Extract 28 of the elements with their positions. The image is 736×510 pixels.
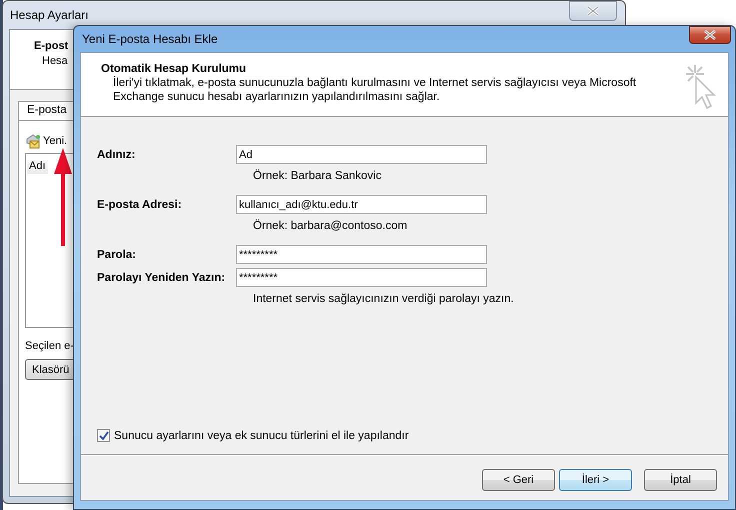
checkbox-label: Sunucu ayarlarını veya ek sunucu türlerini el ile yapılandır: [114, 430, 409, 442]
field-label: Parolayı Yeniden Yazın:: [97, 272, 226, 284]
dialog-button[interactable]: İptal: [644, 469, 717, 491]
hint-text: Internet servis sağlayıcınızın verdiği parolayı yazın.: [252, 293, 515, 305]
field-label: E-posta Adresi:: [97, 198, 183, 210]
section-heading: Otomatik Hesap Kurulumu: [101, 63, 248, 75]
hint-text: Örnek: Barbara Sankovic: [252, 170, 382, 182]
dialog-button[interactable]: < Geri: [482, 469, 555, 491]
dialog-button[interactable]: İleri >: [559, 469, 632, 491]
field-label: Parola:: [97, 248, 137, 260]
tab[interactable]: E-posta: [18, 101, 76, 120]
hint-text: Örnek: barbara@contoso.com: [252, 220, 408, 232]
selected-label: Seçilen e-: [25, 340, 75, 352]
close-icon: [586, 6, 600, 16]
input-field[interactable]: kullanıcı_adı@ktu.edu.tr: [236, 195, 487, 214]
column-header[interactable]: Adı: [27, 158, 48, 174]
input-field[interactable]: Ad: [236, 145, 487, 164]
field-label: Adınız:: [97, 148, 136, 160]
checkbox[interactable]: [97, 429, 110, 442]
dialog-title: Yeni E-posta Hesabı Ekle: [82, 32, 218, 46]
close-button[interactable]: [689, 26, 731, 44]
header-subtitle: Hesa: [41, 55, 69, 67]
input-field[interactable]: *********: [236, 268, 487, 287]
description-text: İleri'yi tıklatmak, e-posta sunucunuzla bağlantı kurulmasını ve Internet servis sağlayıcısı veya Microsoft Exchange sunucu hesabı ayarlarınızın yapılandırılmasını sağlar.: [112, 76, 638, 104]
envelope-icon: [25, 133, 41, 149]
window-title: Hesap Ayarları: [10, 8, 88, 22]
input-field[interactable]: *********: [236, 245, 487, 264]
close-icon: [703, 30, 717, 40]
